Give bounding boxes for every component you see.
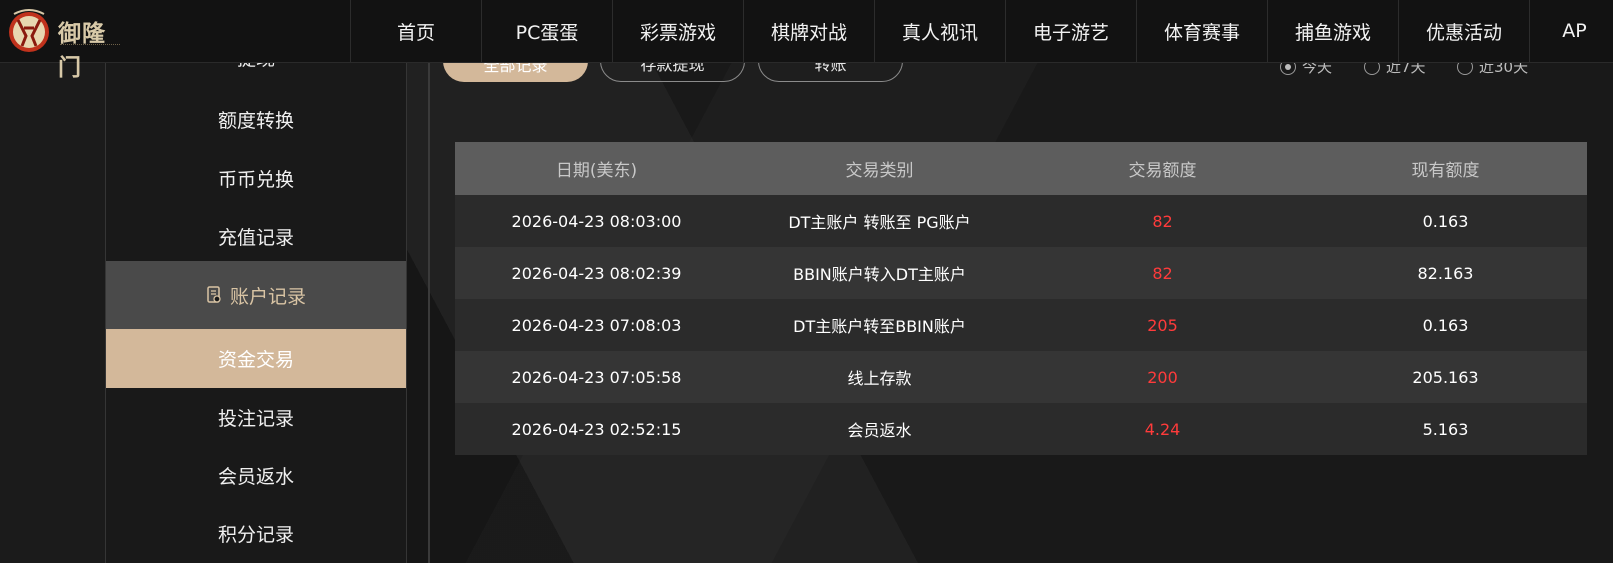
cell-date: 2026-04-23 07:08:03 [511, 315, 682, 335]
header-type: 交易类别 [845, 161, 914, 181]
cell-amount: 4.24 [1144, 419, 1181, 439]
sidebar-item[interactable]: 会员返水 [106, 446, 406, 504]
filter-tab[interactable]: 存款提现 [600, 62, 745, 82]
cell-date: 2026-04-23 07:05:58 [511, 367, 682, 387]
radio-dot-icon [1457, 62, 1473, 75]
nav-item[interactable]: 彩票游戏 [612, 0, 743, 62]
cell-type: DT主账户转至BBIN账户 [793, 317, 966, 336]
table-row: 2026-04-23 02:52:15 会员返水 4.24 5.163 [455, 403, 1587, 455]
sidebar-item-label: 提现 [237, 62, 275, 71]
range-radio[interactable]: 近30天 [1457, 62, 1528, 77]
sidebar-item[interactable]: 积分记录 [106, 504, 406, 562]
cell-type: DT主账户 转账至 PG账户 [788, 213, 971, 232]
range-radio-label: 今天 [1302, 62, 1333, 76]
sidebar-item-label: 充值记录 [217, 226, 294, 249]
sidebar-item-label: 账户记录 [229, 285, 306, 308]
table-row: 2026-04-23 07:05:58 线上存款 200 205.163 [455, 351, 1587, 403]
header-amount: 交易额度 [1128, 161, 1197, 181]
filter-tab[interactable]: 转账 [758, 62, 903, 82]
cell-amount: 82 [1152, 211, 1173, 231]
range-radio[interactable]: 今天 [1280, 62, 1332, 77]
cell-type: 线上存款 [847, 369, 912, 388]
account-sidebar: 提现额度转换币币兑换充值记录账户记录资金交易投注记录会员返水积分记录 [105, 62, 407, 563]
cell-amount: 82 [1152, 263, 1173, 283]
top-navigation-bar: 御隆门 首页 PC蛋蛋 彩票游戏 棋牌对战 真人视讯 电子游艺 体育赛事 捕鱼游戏 优惠活动 AP [0, 0, 1613, 81]
cell-amount: 205 [1147, 315, 1178, 335]
table-row: 2026-04-23 07:08:03 DT主账户转至BBIN账户 205 0.163 [455, 299, 1587, 351]
range-radio-label: 近30天 [1479, 62, 1529, 76]
nav-item[interactable]: PC蛋蛋 [481, 0, 612, 62]
nav-item[interactable]: 电子游艺 [1005, 0, 1136, 62]
sidebar-item-label: 资金交易 [217, 349, 294, 371]
table-body: 2026-04-23 08:03:00 DT主账户 转账至 PG账户 82 0.163… [455, 195, 1587, 455]
sidebar-item[interactable]: 提现 [106, 62, 406, 86]
nav-item[interactable]: 真人视讯 [874, 0, 1005, 62]
transaction-table: 日期(美东) 交易类别 交易额度 现有额度 2026-04-23 08:03:0… [455, 142, 1587, 455]
range-radio[interactable]: 近7天 [1364, 62, 1426, 77]
sidebar-item-label: 会员返水 [217, 465, 294, 488]
cell-balance: 0.163 [1422, 315, 1469, 335]
filter-tab[interactable]: 全部记录 [443, 62, 588, 82]
sidebar-item-label: 额度转换 [217, 109, 294, 132]
sidebar-item-label: 投注记录 [217, 407, 294, 430]
record-book-icon [206, 286, 222, 304]
cell-balance: 82.163 [1417, 263, 1474, 283]
sidebar-item[interactable]: 充值记录 [106, 207, 406, 265]
cell-balance: 5.163 [1422, 419, 1469, 439]
sidebar-item[interactable]: 账户记录 [106, 261, 406, 329]
sidebar-item-label: 积分记录 [217, 523, 294, 546]
range-radio-label: 近7天 [1386, 62, 1426, 76]
nav-item[interactable]: AP [1529, 0, 1613, 62]
brand-logo[interactable]: 御隆门 [4, 4, 124, 81]
dragon-emblem-icon [9, 9, 49, 52]
nav-item[interactable]: 首页 [350, 0, 481, 62]
table-row: 2026-04-23 08:03:00 DT主账户 转账至 PG账户 82 0.163 [455, 195, 1587, 247]
nav-item[interactable]: 捕鱼游戏 [1267, 0, 1398, 62]
radio-dot-icon [1364, 62, 1380, 75]
header-balance: 现有额度 [1411, 161, 1480, 181]
main-nav: 首页 PC蛋蛋 彩票游戏 棋牌对战 真人视讯 电子游艺 体育赛事 捕鱼游戏 优惠活动 AP [350, 0, 1613, 62]
brand-name: 御隆门 [58, 20, 106, 81]
cell-date: 2026-04-23 02:52:15 [511, 419, 682, 439]
cell-balance: 0.163 [1422, 211, 1469, 231]
cell-amount: 200 [1147, 367, 1178, 387]
sidebar-item[interactable]: 额度转换 [106, 90, 406, 148]
cell-balance: 205.163 [1412, 367, 1479, 387]
table-row: 2026-04-23 08:02:39 BBIN账户转入DT主账户 82 82.163 [455, 247, 1587, 299]
cell-type: BBIN账户转入DT主账户 [793, 265, 966, 284]
sidebar-item[interactable]: 币币兑换 [106, 149, 406, 207]
table-header: 日期(美东) 交易类别 交易额度 现有额度 [455, 142, 1587, 195]
nav-item[interactable]: 体育赛事 [1136, 0, 1267, 62]
main-content: 全部记录 存款提现 转账 今天 近7天 近30天 日期(美东) 交易类别 交易额度 现有… [430, 62, 1613, 563]
sidebar-item-label: 币币兑换 [217, 168, 294, 191]
radio-dot-icon [1280, 62, 1296, 75]
header-date: 日期(美东) [555, 161, 638, 181]
cell-type: 会员返水 [847, 421, 912, 440]
cell-date: 2026-04-23 08:02:39 [511, 263, 682, 283]
brand-tagline-decoration [60, 44, 120, 48]
sidebar-item[interactable]: 资金交易 [106, 329, 406, 388]
cell-date: 2026-04-23 08:03:00 [511, 211, 682, 231]
nav-item[interactable]: 棋牌对战 [743, 0, 874, 62]
sidebar-item[interactable]: 投注记录 [106, 388, 406, 446]
nav-item[interactable]: 优惠活动 [1398, 0, 1529, 62]
